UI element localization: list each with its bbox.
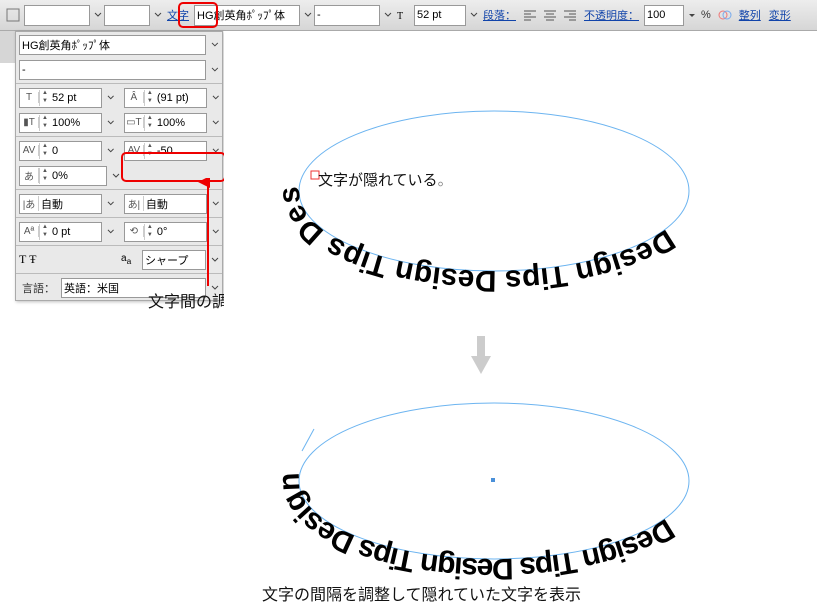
panel-leading-input[interactable] <box>155 92 199 104</box>
spinner[interactable]: ▲▼ <box>39 224 50 240</box>
chevron-down-icon[interactable] <box>211 66 219 74</box>
panel-font-family[interactable] <box>19 35 206 55</box>
panel-baseline-input[interactable] <box>50 226 94 238</box>
chevron-down-icon[interactable] <box>107 119 115 127</box>
opacity-unit: % <box>698 9 714 21</box>
kerning-icon: AV <box>20 145 39 156</box>
chevron-down-icon[interactable] <box>212 94 220 102</box>
chevron-down-icon[interactable] <box>384 11 392 19</box>
opacity-field[interactable] <box>644 5 684 26</box>
vscale-icon: ▮T <box>20 117 39 128</box>
font-size-icon: T <box>394 6 412 24</box>
graphic-style-icon[interactable] <box>716 6 734 24</box>
panel-tsume[interactable]: あ ▲▼ <box>19 166 107 186</box>
spinner[interactable]: ▲▼ <box>39 168 50 184</box>
transform-panel-link[interactable]: 変形 <box>766 7 794 23</box>
spinner[interactable]: ▲▼ <box>39 115 50 131</box>
leading-icon: Â <box>125 92 144 103</box>
chevron-down-icon[interactable] <box>304 11 312 19</box>
chevron-down-icon[interactable] <box>107 200 115 208</box>
tsume-icon: あ <box>20 168 39 183</box>
annotation-arrow <box>136 178 236 294</box>
underline-strike-icons[interactable]: T Ŧ <box>19 252 69 267</box>
chevron-down-icon[interactable] <box>154 11 162 19</box>
font-style-input[interactable] <box>317 9 377 21</box>
align-left-icon[interactable] <box>521 6 539 24</box>
panel-font-family-input[interactable] <box>20 39 194 51</box>
tool-icon <box>4 6 22 24</box>
stroke-weight-field[interactable] <box>104 5 150 26</box>
align-center-icon[interactable] <box>541 6 559 24</box>
result-annotation: 文字の間隔を調整して隠れていた文字を表示 <box>262 581 581 605</box>
font-size-field[interactable] <box>414 5 466 26</box>
spinner[interactable]: ▲▼ <box>144 90 155 106</box>
panel-vscale[interactable]: ▮T ▲▼ <box>19 113 102 133</box>
panel-hscale[interactable]: ▭T ▲▼ <box>124 113 207 133</box>
artboard[interactable]: Design Tips Design Tips Design Tips Desi… <box>224 31 817 605</box>
down-arrow-icon <box>469 336 493 376</box>
chevron-down-icon[interactable] <box>107 94 115 102</box>
paragraph-panel-link[interactable]: 段落： <box>480 7 519 23</box>
panel-font-size[interactable]: T ▲▼ <box>19 88 102 108</box>
panel-aki-left[interactable]: |あ <box>19 194 102 214</box>
panel-tracking-input[interactable] <box>155 145 199 157</box>
chevron-down-icon[interactable] <box>107 228 115 236</box>
chevron-down-icon[interactable] <box>470 11 478 19</box>
hidden-text-annotation: 文字が隠れている。 <box>318 169 453 190</box>
stroke-field[interactable] <box>24 5 90 26</box>
center-point <box>491 478 495 482</box>
panel-font-style[interactable] <box>19 60 206 80</box>
chevron-down-icon[interactable] <box>212 147 220 155</box>
chevron-down-icon[interactable] <box>94 11 102 19</box>
align-right-icon[interactable] <box>561 6 579 24</box>
panel-font-style-input[interactable] <box>20 64 194 76</box>
panel-hscale-input[interactable] <box>155 117 199 129</box>
spinner[interactable]: ▲▼ <box>39 90 50 106</box>
panel-aki-left-input[interactable] <box>39 198 93 210</box>
spinner[interactable]: ▲▼ <box>144 143 155 159</box>
opacity-label-link[interactable]: 不透明度： <box>581 7 642 23</box>
opacity-popup-icon[interactable] <box>688 11 696 19</box>
chevron-down-icon[interactable] <box>211 41 219 49</box>
ellipse-textpath-before[interactable]: Design Tips Design Tips Design Tips Desi… <box>254 71 734 311</box>
panel-kerning-input[interactable] <box>50 145 94 157</box>
language-label: 言語： <box>19 280 58 296</box>
panel-kerning[interactable]: AV ▲▼ <box>19 141 102 161</box>
tracking-icon: AV <box>125 145 144 156</box>
align-panel-link[interactable]: 整列 <box>736 7 764 23</box>
panel-baseline[interactable]: Aª ▲▼ <box>19 222 102 242</box>
font-family-field[interactable] <box>194 5 300 26</box>
panel-vscale-input[interactable] <box>50 117 94 129</box>
character-panel-link[interactable]: 文字 <box>164 7 192 23</box>
spinner[interactable]: ▲▼ <box>144 115 155 131</box>
chevron-down-icon[interactable] <box>212 119 220 127</box>
opacity-input[interactable] <box>647 9 681 21</box>
font-family-input[interactable] <box>197 9 297 21</box>
ellipse-textpath-after[interactable]: Design Tips Design Tips Design Tips Desi… <box>254 371 734 601</box>
chevron-down-icon[interactable] <box>112 172 120 180</box>
aki-left-icon: |あ <box>20 196 39 211</box>
path-text: Design Tips Design Tips Design Tips Desi… <box>254 371 680 585</box>
path-start-marker[interactable] <box>302 429 314 451</box>
panel-leading[interactable]: Â ▲▼ <box>124 88 207 108</box>
control-toolbar: 文字 T 段落： 不透明度： % 整列 変形 <box>0 0 817 31</box>
panel-tracking[interactable]: AV ▲▼ <box>124 141 207 161</box>
baseline-icon: Aª <box>20 226 39 237</box>
font-size-input[interactable] <box>417 9 463 21</box>
panel-font-size-input[interactable] <box>50 92 94 104</box>
svg-text:T: T <box>397 11 403 22</box>
font-size-icon: T <box>20 92 39 103</box>
hscale-icon: ▭T <box>125 117 144 128</box>
panel-tsume-input[interactable] <box>50 170 94 182</box>
spinner[interactable]: ▲▼ <box>39 143 50 159</box>
font-style-field[interactable] <box>314 5 380 26</box>
chevron-down-icon[interactable] <box>107 147 115 155</box>
